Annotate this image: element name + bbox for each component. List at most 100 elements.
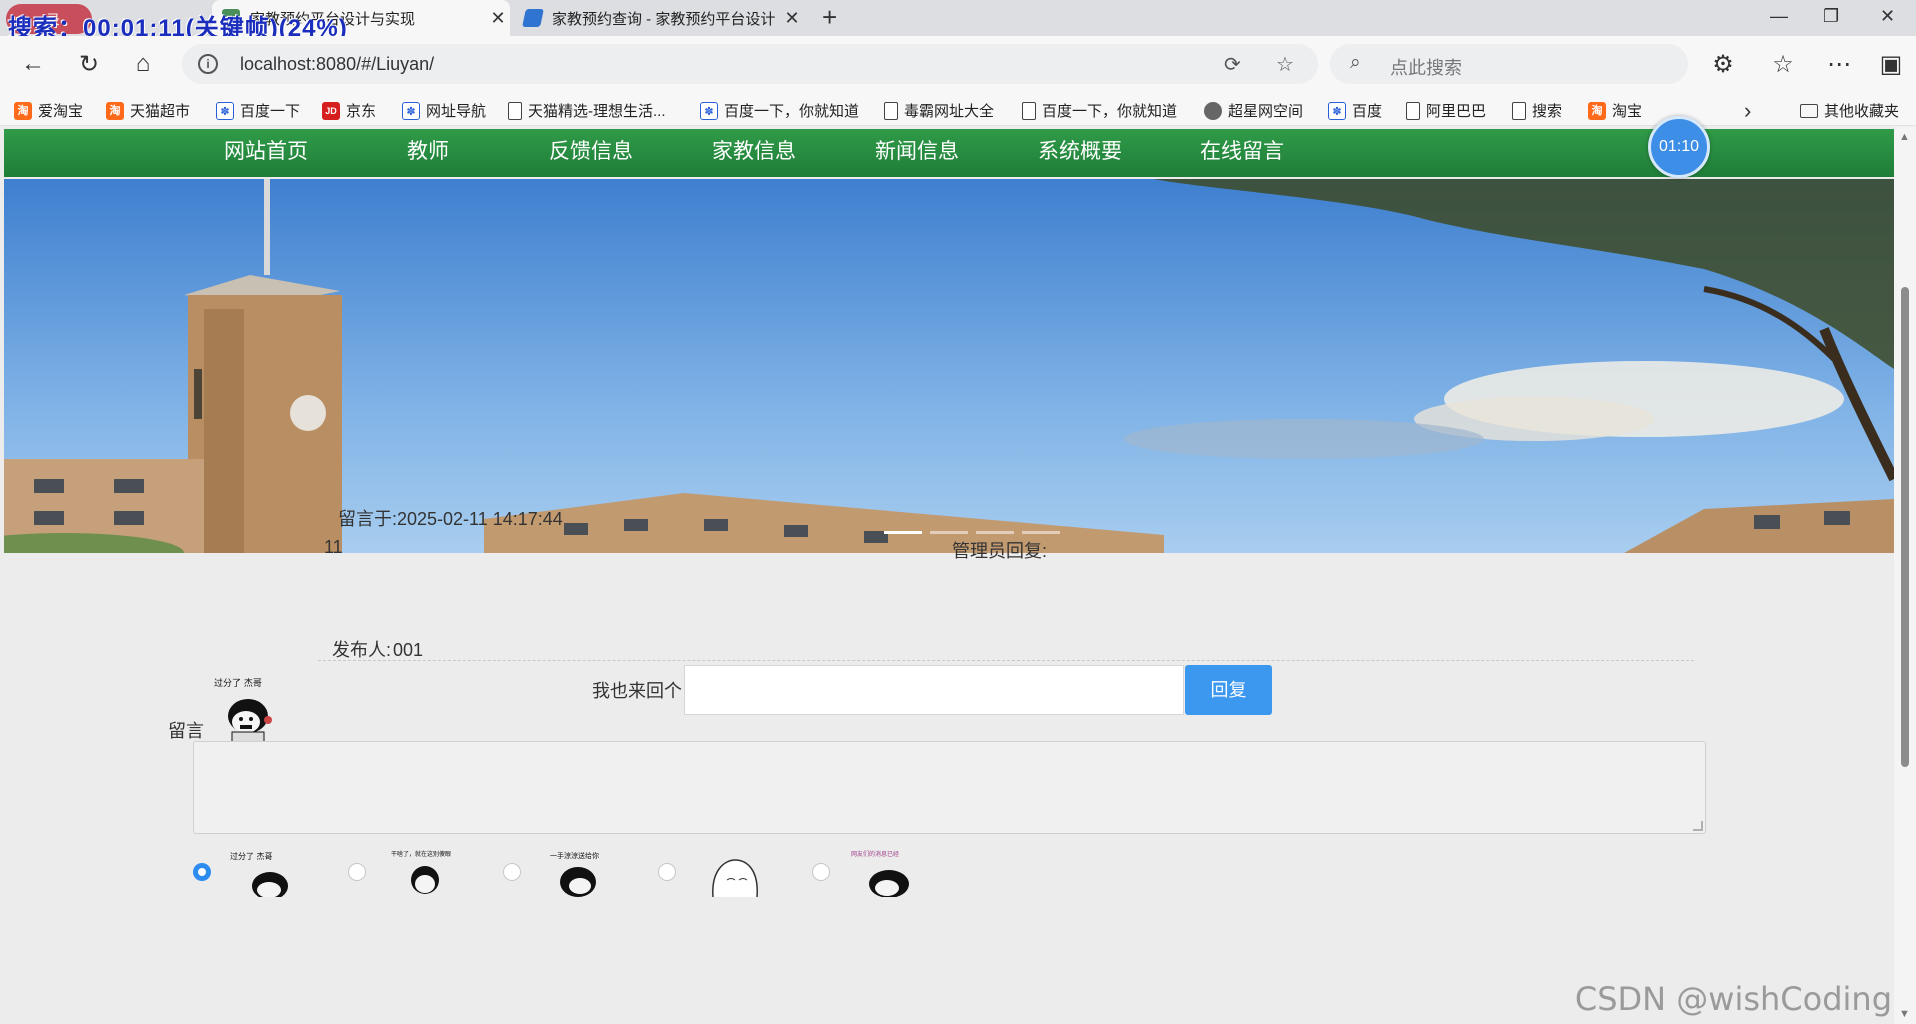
reply-label: 我也来回个 (592, 681, 682, 701)
meme-emoji-icon[interactable]: 干啥了，就在这别傻眼 (385, 850, 465, 897)
meme-avatar-icon: 过分了 杰哥 (212, 677, 286, 747)
svg-text:网友们的消息已经: 网友们的消息已经 (851, 850, 899, 858)
campus-banner-image (4, 179, 1894, 553)
scroll-down-icon[interactable]: ▼ (1899, 1008, 1910, 1020)
bookmark-item[interactable]: JD 京东 (322, 100, 376, 121)
bookmark-item[interactable]: 淘淘宝 (1588, 100, 1642, 121)
bookmark-item[interactable]: 毒霸网址大全 (884, 100, 994, 121)
timer-badge[interactable]: 01:10 (1648, 116, 1710, 178)
bookmark-item[interactable]: 阿里巴巴 (1406, 100, 1486, 121)
taobao-icon: 淘 (14, 101, 32, 120)
other-favorites[interactable]: 其他收藏夹 (1800, 100, 1899, 121)
site-info-icon[interactable]: i (198, 54, 218, 74)
avatar-caption: 过分了 杰哥 (214, 677, 262, 689)
favorite-star-icon[interactable]: ☆ (1276, 52, 1294, 77)
nav-news[interactable]: 新闻信息 (875, 135, 959, 165)
translate-icon[interactable]: ⟳ (1224, 52, 1241, 77)
message-form-label: 留言 (168, 721, 204, 741)
folder-icon (1800, 103, 1818, 118)
carousel-dot[interactable] (976, 531, 1014, 534)
page-icon (508, 101, 522, 120)
page-scrollbar[interactable]: ▲ ▼ (1894, 127, 1916, 1024)
avatar-radio[interactable] (812, 863, 830, 881)
nav-teacher[interactable]: 教师 (407, 135, 449, 165)
message-time: 留言于:2025-02-11 14:17:44 (338, 509, 563, 529)
bookmark-item[interactable]: ✽ 网址导航 (402, 100, 486, 121)
reload-icon[interactable]: ↻ (74, 50, 104, 79)
page-icon (1406, 101, 1420, 120)
meme-emoji-icon[interactable]: 一手涼涼送给你 (540, 850, 620, 897)
address-url[interactable]: localhost:8080/#/Liuyan/ (240, 54, 434, 75)
carousel-dot[interactable] (1022, 531, 1060, 534)
bookmark-item[interactable]: 天猫精选-理想生活... (508, 100, 666, 121)
message-content: 11 (324, 537, 343, 557)
nav-online-message[interactable]: 在线留言 (1200, 135, 1284, 165)
close-tab-icon[interactable]: ✕ (780, 8, 804, 29)
globe-icon (1204, 101, 1222, 120)
page-icon (1022, 101, 1036, 120)
meme-emoji-icon[interactable]: 过分了 杰哥 (230, 850, 310, 897)
restore-icon[interactable]: ❐ (1823, 6, 1839, 27)
nav-feedback[interactable]: 反馈信息 (549, 135, 633, 165)
new-tab-icon[interactable]: + (822, 2, 837, 33)
resize-handle-icon[interactable] (1693, 821, 1703, 831)
chevron-right-icon[interactable]: › (1744, 98, 1751, 124)
bookmark-item[interactable]: 搜索 (1512, 100, 1562, 121)
taobao-icon: 淘 (1588, 101, 1606, 120)
baidu-paw-icon: ✽ (402, 101, 420, 120)
baidu-paw-icon: ✽ (1328, 101, 1346, 120)
bookmark-item[interactable]: ✽ 百度一下，你就知道 (700, 100, 859, 121)
poster-info: 发布人: 001 (332, 636, 423, 662)
taobao-icon: 淘 (106, 101, 124, 120)
search-icon: ⌕ (1350, 52, 1361, 73)
reply-input[interactable] (684, 665, 1184, 715)
back-icon[interactable]: ← (18, 50, 48, 78)
scroll-up-icon[interactable]: ▲ (1899, 131, 1910, 143)
scrollbar-thumb[interactable] (1901, 287, 1909, 767)
baidu-paw-icon: ✽ (216, 101, 234, 120)
tab-title: 家教预约查询 - 家教预约平台设计 (552, 10, 776, 28)
avatar-radio[interactable] (503, 863, 521, 881)
avatar-radio[interactable] (348, 863, 366, 881)
divider (318, 660, 1694, 661)
message-textarea[interactable] (193, 741, 1706, 834)
nav-home[interactable]: 网站首页 (224, 135, 308, 165)
bookmark-item[interactable]: 百度一下，你就知道 (1022, 100, 1177, 121)
carousel-dot[interactable] (930, 531, 968, 534)
csdn-watermark: CSDN @wishCoding (1574, 980, 1892, 1018)
tab-inactive[interactable]: 家教预约查询 - 家教预约平台设计 ✕ (514, 0, 804, 36)
avatar-radio[interactable] (658, 863, 676, 881)
svg-text:过分了 杰哥: 过分了 杰哥 (230, 851, 273, 861)
page-icon (884, 101, 898, 120)
address-bar[interactable]: i localhost:8080/#/Liuyan/ ⟳ ☆ (182, 44, 1318, 84)
poster-value: 001 (393, 640, 424, 660)
bookmark-item[interactable]: ✽ 百度一下 (216, 100, 300, 121)
minimize-icon[interactable]: — (1770, 6, 1788, 27)
close-window-icon[interactable]: ✕ (1880, 6, 1895, 27)
close-tab-icon[interactable]: ✕ (486, 8, 510, 29)
meme-emoji-icon[interactable] (695, 850, 775, 897)
carousel-dot[interactable] (884, 531, 922, 534)
nav-system-overview[interactable]: 系统概要 (1038, 135, 1122, 165)
paypal-favicon-icon (522, 9, 544, 27)
bookmark-item[interactable]: 超星网空间 (1204, 100, 1303, 121)
bookmark-item[interactable]: ✽ 百度 (1328, 100, 1382, 121)
sidebar-toggle-icon[interactable]: ▣ (1876, 50, 1906, 79)
bookmark-item[interactable]: 淘天猫超市 (106, 100, 190, 121)
browser-tab-strip: 录 家教预约平台设计与实现 ✕ 家教预约查询 - 家教预约平台设计 ✕ + — … (0, 0, 1916, 42)
reply-button[interactable]: 回复 (1185, 665, 1272, 715)
carousel-indicators (884, 531, 1060, 534)
favorites-icon[interactable]: ☆ (1768, 50, 1798, 79)
home-icon[interactable]: ⌂ (128, 50, 158, 78)
search-box[interactable]: ⌕ 点此搜索 (1330, 44, 1688, 84)
extensions-icon[interactable]: ⚙ (1708, 50, 1738, 79)
user-avatar: 过分了 杰哥 (212, 676, 286, 748)
browser-toolbar: ← ↻ ⌂ i localhost:8080/#/Liuyan/ ⟳ ☆ ⌕ 点… (0, 36, 1916, 94)
banner-carousel[interactable] (4, 179, 1894, 553)
meme-emoji-icon[interactable]: 网友们的消息已经 (849, 850, 929, 897)
avatar-radio[interactable] (193, 863, 211, 881)
page-icon (1512, 101, 1526, 120)
bookmark-item[interactable]: 淘爱淘宝 (14, 100, 83, 121)
nav-tutoring-info[interactable]: 家教信息 (712, 135, 796, 165)
more-menu-icon[interactable]: ⋯ (1824, 50, 1854, 79)
